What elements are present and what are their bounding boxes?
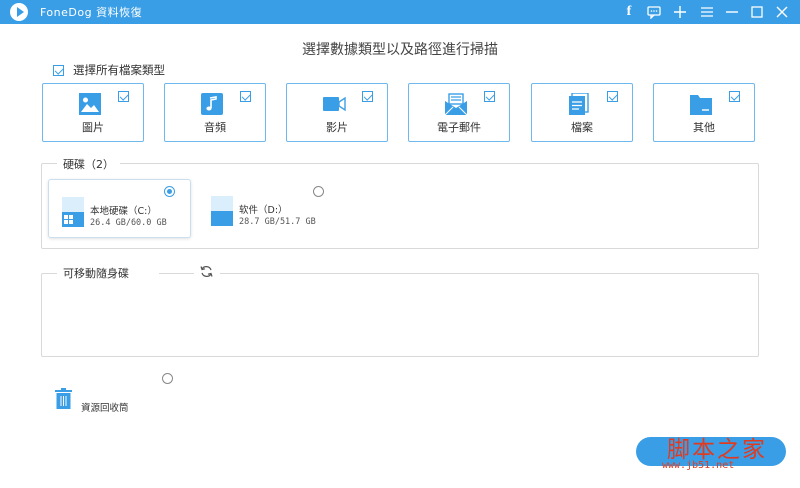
removable-group-title: 可移動隨身碟 bbox=[57, 265, 159, 281]
file-type-card-email[interactable]: 電子郵件 bbox=[408, 83, 510, 142]
app-logo-icon bbox=[10, 3, 28, 21]
checkbox-checked-icon[interactable] bbox=[240, 91, 251, 102]
video-icon bbox=[323, 96, 346, 112]
removable-drive-group bbox=[41, 273, 759, 357]
file-type-label: 影片 bbox=[326, 121, 348, 134]
close-icon[interactable] bbox=[771, 0, 793, 24]
file-type-label: 電子郵件 bbox=[437, 121, 481, 134]
menu-icon[interactable] bbox=[696, 0, 718, 24]
drive-name: 本地硬碟（C:） bbox=[90, 206, 157, 217]
recycle-bin-label: 資源回收筒 bbox=[81, 403, 129, 414]
maximize-icon[interactable] bbox=[746, 0, 768, 24]
title-bar: FoneDog 資料恢復 f bbox=[0, 0, 800, 24]
feedback-icon[interactable] bbox=[643, 0, 665, 24]
drive-card-d[interactable]: 软件（D:） 28.7 GB/51.7 GB bbox=[198, 179, 341, 238]
document-icon bbox=[569, 93, 589, 115]
file-type-card-audio[interactable]: 音頻 bbox=[164, 83, 266, 142]
refresh-icon[interactable] bbox=[200, 265, 213, 278]
select-all-checkbox[interactable]: 選擇所有檔案類型 bbox=[53, 62, 165, 78]
drive-icon bbox=[211, 196, 233, 226]
file-type-label: 其他 bbox=[693, 121, 715, 134]
checkbox-checked-icon[interactable] bbox=[607, 91, 618, 102]
page-title: 選擇數據類型以及路徑進行掃描 bbox=[302, 42, 498, 58]
drive-card-c[interactable]: 本地硬碟（C:） 26.4 GB/60.0 GB bbox=[48, 179, 191, 238]
select-all-label: 選擇所有檔案類型 bbox=[73, 63, 165, 77]
file-type-label: 檔案 bbox=[571, 121, 593, 134]
file-type-label: 音頻 bbox=[204, 121, 226, 134]
file-type-card-document[interactable]: 檔案 bbox=[531, 83, 633, 142]
checkbox-checked-icon[interactable] bbox=[118, 91, 129, 102]
trash-icon bbox=[55, 388, 72, 409]
checkbox-checked-icon[interactable] bbox=[729, 91, 740, 102]
checkbox-checked-icon[interactable] bbox=[362, 91, 373, 102]
file-type-card-other[interactable]: 其他 bbox=[653, 83, 755, 142]
folder-icon bbox=[690, 95, 712, 115]
email-icon bbox=[445, 93, 467, 115]
refresh-button[interactable] bbox=[194, 263, 220, 279]
watermark-url: www.jb51.net bbox=[662, 460, 735, 471]
facebook-icon[interactable]: f bbox=[618, 0, 640, 24]
drive-name: 软件（D:） bbox=[239, 205, 288, 216]
windows-drive-icon bbox=[62, 197, 84, 227]
drive-radio[interactable] bbox=[313, 186, 324, 197]
checkbox-checked-icon[interactable] bbox=[484, 91, 495, 102]
app-title: FoneDog 資料恢復 bbox=[40, 6, 143, 19]
file-type-card-video[interactable]: 影片 bbox=[286, 83, 388, 142]
file-type-label: 圖片 bbox=[82, 121, 104, 134]
music-icon bbox=[201, 93, 223, 115]
recycle-bin-radio[interactable] bbox=[162, 373, 173, 384]
minimize-icon[interactable] bbox=[721, 0, 743, 24]
drive-radio-selected[interactable] bbox=[164, 186, 175, 197]
add-icon[interactable] bbox=[669, 0, 691, 24]
checkbox-checked-icon[interactable] bbox=[53, 64, 64, 76]
file-type-card-image[interactable]: 圖片 bbox=[42, 83, 144, 142]
image-icon bbox=[79, 93, 101, 115]
hard-drive-group-title: 硬碟（2） bbox=[57, 156, 120, 172]
watermark-text: 脚本之家 bbox=[667, 437, 767, 463]
drive-size: 28.7 GB/51.7 GB bbox=[239, 217, 316, 227]
drive-size: 26.4 GB/60.0 GB bbox=[90, 218, 167, 228]
